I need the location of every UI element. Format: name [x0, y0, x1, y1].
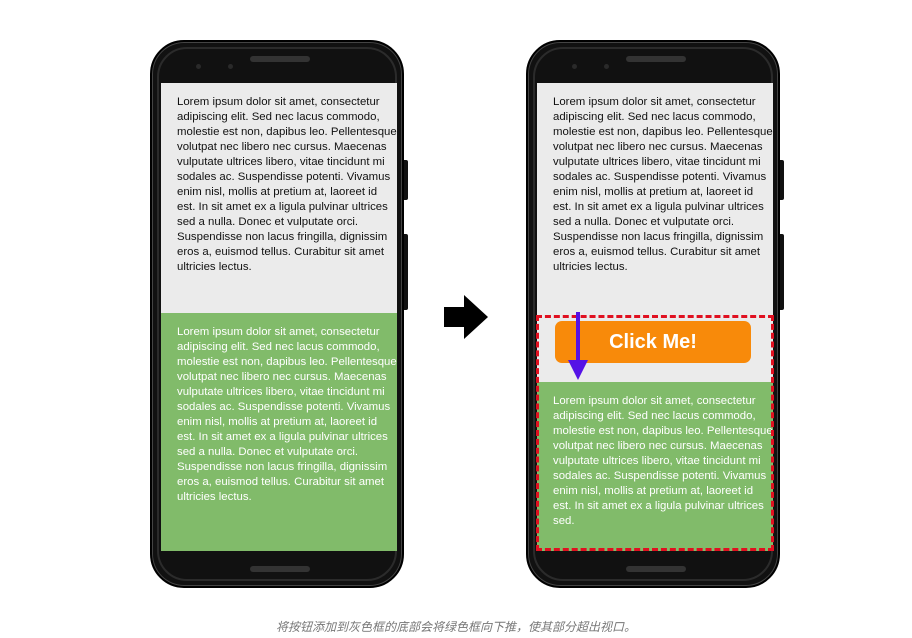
grey-box-text: Lorem ipsum dolor sit amet, consectetur …	[177, 96, 397, 273]
phone-volume-button	[404, 234, 408, 310]
camera-sensor	[196, 64, 201, 69]
phone-volume-button	[780, 234, 784, 310]
green-box-text: Lorem ipsum dolor sit amet, consectetur …	[177, 326, 397, 503]
down-arrow-icon	[568, 312, 588, 380]
phone-bottom-speaker	[250, 566, 310, 572]
grey-box-text: Lorem ipsum dolor sit amet, consectetur …	[553, 96, 773, 273]
phone-speaker	[250, 56, 310, 62]
phone-screen: Lorem ipsum dolor sit amet, consectetur …	[161, 83, 397, 551]
camera-sensor	[572, 64, 577, 69]
figure-caption: 将按钮添加到灰色框的底部会将绿色框向下推，使其部分超出视口。	[275, 620, 636, 634]
camera-lens	[604, 64, 609, 69]
phone-speaker	[626, 56, 686, 62]
grey-box: Lorem ipsum dolor sit amet, consectetur …	[161, 83, 397, 313]
green-box: Lorem ipsum dolor sit amet, consectetur …	[161, 313, 397, 551]
phone-side-button	[404, 160, 408, 200]
phone-before: Lorem ipsum dolor sit amet, consectetur …	[150, 40, 408, 588]
right-arrow-icon	[444, 295, 488, 339]
phone-side-button	[780, 160, 784, 200]
camera-lens	[228, 64, 233, 69]
phone-bottom-speaker	[626, 566, 686, 572]
